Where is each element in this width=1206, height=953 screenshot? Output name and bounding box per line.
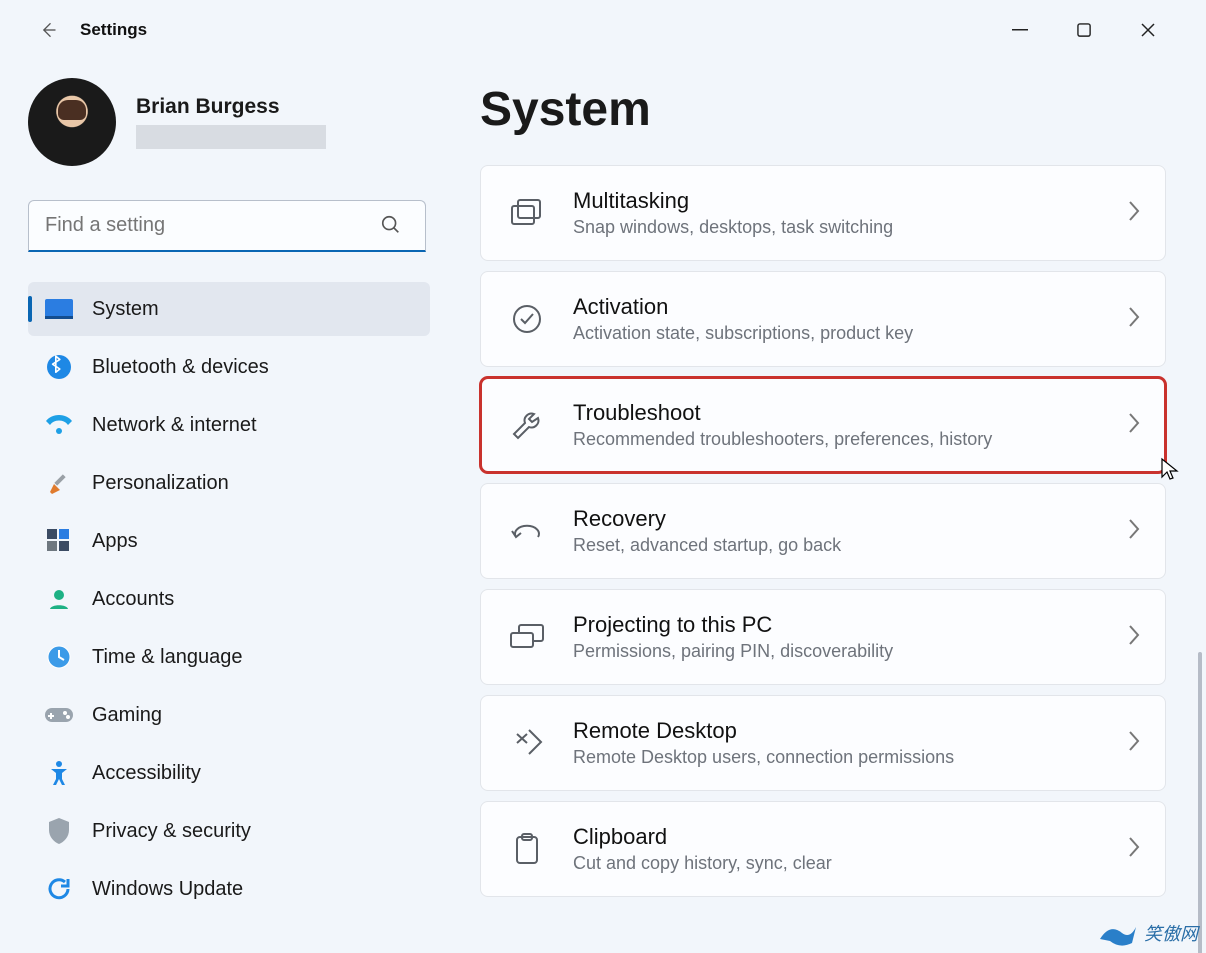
chevron-right-icon — [1127, 518, 1141, 545]
card-subtitle: Remote Desktop users, connection permiss… — [573, 747, 1127, 768]
nav-item-accessibility[interactable]: Accessibility — [28, 746, 430, 800]
main-content: System Multitasking Snap windows, deskto… — [440, 60, 1206, 953]
accessibility-icon — [44, 758, 74, 788]
nav-label: Time & language — [92, 646, 242, 669]
recovery-icon — [509, 513, 545, 549]
nav-item-accounts[interactable]: Accounts — [28, 572, 430, 626]
vertical-scrollbar[interactable] — [1198, 652, 1202, 953]
card-subtitle: Cut and copy history, sync, clear — [573, 853, 1127, 874]
nav-label: Gaming — [92, 704, 162, 727]
shield-icon — [44, 816, 74, 846]
settings-card-list: Multitasking Snap windows, desktops, tas… — [480, 165, 1166, 897]
check-circle-icon — [509, 301, 545, 337]
card-subtitle: Reset, advanced startup, go back — [573, 535, 1127, 556]
card-subtitle: Snap windows, desktops, task switching — [573, 217, 1127, 238]
titlebar: Settings — [0, 0, 1206, 60]
watermark-logo-icon — [1098, 919, 1138, 947]
chevron-right-icon — [1127, 200, 1141, 227]
multitasking-icon — [509, 195, 545, 231]
update-icon — [44, 874, 74, 904]
chevron-right-icon — [1127, 306, 1141, 333]
search-box[interactable] — [28, 200, 430, 252]
nav-item-personalization[interactable]: Personalization — [28, 456, 430, 510]
card-subtitle: Permissions, pairing PIN, discoverabilit… — [573, 641, 1127, 662]
nav-item-privacy[interactable]: Privacy & security — [28, 804, 430, 858]
card-title: Recovery — [573, 506, 1127, 532]
apps-icon — [44, 526, 74, 556]
minimize-icon — [1012, 22, 1028, 38]
system-icon — [44, 294, 74, 324]
card-activation[interactable]: Activation Activation state, subscriptio… — [480, 271, 1166, 367]
nav-item-network[interactable]: Network & internet — [28, 398, 430, 452]
close-button[interactable] — [1128, 10, 1168, 50]
card-title: Troubleshoot — [573, 400, 1127, 426]
nav-label: Apps — [92, 530, 138, 553]
app-title: Settings — [80, 20, 147, 40]
clipboard-icon — [509, 831, 545, 867]
nav-label: Accessibility — [92, 762, 201, 785]
watermark: 笑傲网 — [1098, 919, 1198, 947]
page-title: System — [480, 82, 1166, 137]
avatar — [28, 78, 116, 166]
nav-list: System Bluetooth & devices Network & int… — [28, 282, 430, 916]
chevron-right-icon — [1127, 412, 1141, 439]
card-title: Activation — [573, 294, 1127, 320]
nav-item-gaming[interactable]: Gaming — [28, 688, 430, 742]
card-multitasking[interactable]: Multitasking Snap windows, desktops, tas… — [480, 165, 1166, 261]
nav-label: Network & internet — [92, 414, 257, 437]
card-clipboard[interactable]: Clipboard Cut and copy history, sync, cl… — [480, 801, 1166, 897]
remote-desktop-icon — [509, 725, 545, 761]
card-title: Clipboard — [573, 824, 1127, 850]
wrench-icon — [509, 407, 545, 443]
nav-item-system[interactable]: System — [28, 282, 430, 336]
user-email-redacted — [136, 125, 326, 149]
card-troubleshoot[interactable]: Troubleshoot Recommended troubleshooters… — [480, 377, 1166, 473]
maximize-button[interactable] — [1064, 10, 1104, 50]
card-remote-desktop[interactable]: Remote Desktop Remote Desktop users, con… — [480, 695, 1166, 791]
nav-item-time-language[interactable]: Time & language — [28, 630, 430, 684]
project-icon — [509, 619, 545, 655]
bluetooth-icon — [44, 352, 74, 382]
nav-item-windows-update[interactable]: Windows Update — [28, 862, 430, 916]
maximize-icon — [1077, 23, 1092, 38]
close-icon — [1140, 22, 1156, 38]
paintbrush-icon — [44, 468, 74, 498]
search-input[interactable] — [28, 200, 426, 252]
chevron-right-icon — [1127, 624, 1141, 651]
nav-label: System — [92, 298, 159, 321]
card-title: Remote Desktop — [573, 718, 1127, 744]
nav-label: Privacy & security — [92, 820, 251, 843]
nav-label: Accounts — [92, 588, 174, 611]
card-subtitle: Recommended troubleshooters, preferences… — [573, 429, 1127, 450]
user-profile[interactable]: Brian Burgess — [28, 78, 430, 166]
nav-item-apps[interactable]: Apps — [28, 514, 430, 568]
card-title: Projecting to this PC — [573, 612, 1127, 638]
window-controls — [1000, 10, 1198, 50]
nav-label: Personalization — [92, 472, 229, 495]
nav-label: Windows Update — [92, 878, 243, 901]
person-icon — [44, 584, 74, 614]
card-recovery[interactable]: Recovery Reset, advanced startup, go bac… — [480, 483, 1166, 579]
gamepad-icon — [44, 700, 74, 730]
arrow-left-icon — [38, 20, 58, 40]
card-subtitle: Activation state, subscriptions, product… — [573, 323, 1127, 344]
card-projecting[interactable]: Projecting to this PC Permissions, pairi… — [480, 589, 1166, 685]
search-icon — [380, 214, 402, 241]
chevron-right-icon — [1127, 730, 1141, 757]
clock-globe-icon — [44, 642, 74, 672]
back-button[interactable] — [28, 10, 68, 50]
nav-label: Bluetooth & devices — [92, 356, 269, 379]
sidebar: Brian Burgess System Bluetooth & devices — [0, 60, 440, 953]
chevron-right-icon — [1127, 836, 1141, 863]
nav-item-bluetooth[interactable]: Bluetooth & devices — [28, 340, 430, 394]
wifi-icon — [44, 410, 74, 440]
card-title: Multitasking — [573, 188, 1127, 214]
minimize-button[interactable] — [1000, 10, 1040, 50]
user-name: Brian Burgess — [136, 95, 326, 119]
